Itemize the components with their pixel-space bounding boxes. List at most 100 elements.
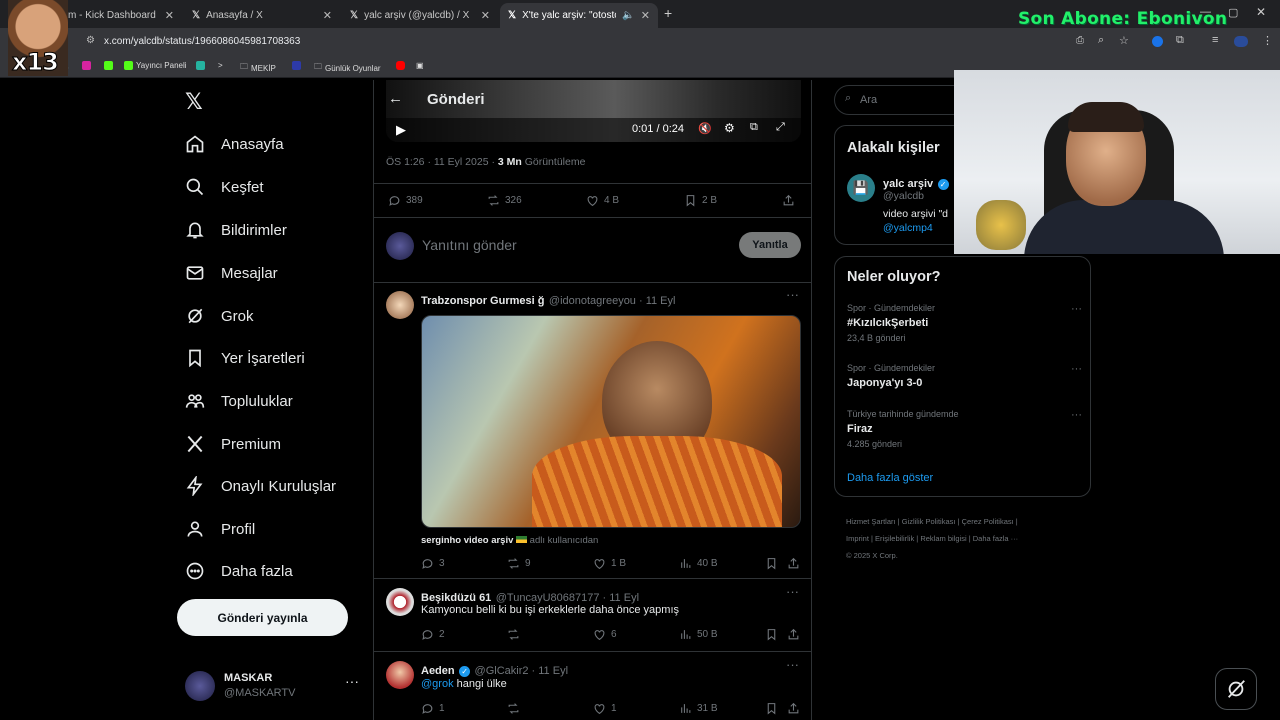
share-button[interactable] [787, 702, 800, 715]
play-icon[interactable]: ▶ [396, 122, 406, 138]
reply-tweet-3[interactable]: Aeden ✓ @GlCakir2 · 11 Eyl ··· @grok han… [374, 651, 811, 720]
footer-link[interactable]: Hizmet Şartları [846, 517, 896, 526]
reply-tweet-1[interactable]: Trabzonspor Gurmesi ğ @idonotagreeyou · … [374, 282, 811, 578]
new-tab-button[interactable]: + [664, 5, 672, 21]
views-button[interactable]: 50 B [679, 628, 765, 641]
bookmark-image-icon[interactable]: ▣ [416, 61, 424, 70]
fullscreen-icon[interactable]: ⤢ [776, 121, 785, 134]
sidebar-item-profil[interactable]: Profil [185, 519, 255, 539]
sidebar-item-yer-isaretleri[interactable]: Yer İşaretleri [185, 348, 305, 368]
footer-link[interactable]: Imprint [846, 534, 869, 543]
extensions-icon[interactable]: ⧉ [1176, 34, 1184, 47]
bookmark-app-icon[interactable] [196, 61, 205, 70]
share-button[interactable] [782, 194, 795, 207]
like-button[interactable]: 6 [593, 628, 679, 641]
more-icon[interactable]: ··· [786, 287, 799, 302]
tweet-video[interactable] [421, 315, 801, 528]
footer-link[interactable]: Çerez Politikası [962, 517, 1014, 526]
views-button[interactable]: 40 B [679, 557, 765, 570]
show-more-link[interactable]: Daha fazla göster [847, 472, 933, 484]
reply-tweet-2[interactable]: Beşikdüzü 61 @TuncayU80687177 · 11 Eyl ·… [374, 578, 811, 651]
grok-floating-button[interactable] [1215, 668, 1257, 710]
more-icon[interactable]: ··· [345, 673, 359, 689]
sidebar-item-daha-fazla[interactable]: Daha fazla [185, 561, 293, 581]
pip-icon[interactable]: ⧉ [750, 121, 758, 134]
bookmark-button[interactable]: 2 B [684, 194, 717, 207]
sidebar-item-mesajlar[interactable]: Mesajlar [185, 263, 278, 283]
mute-icon[interactable]: 🔇 [698, 122, 712, 135]
sidebar-item-anasayfa[interactable]: Anasayfa [185, 134, 284, 154]
sidebar-item-bildirimler[interactable]: Bildirimler [185, 220, 287, 240]
sidebar-item-kesfet[interactable]: Keşfet [185, 177, 264, 197]
tab-yalc-arsiv[interactable]: 𝕏 yalc arşiv (@yalcdb) / X ✕ [342, 3, 498, 28]
more-icon[interactable]: ··· [786, 584, 799, 599]
trend-item[interactable]: Spor · Gündemdekiler Japonya'yı 3-0 ··· [847, 363, 1082, 399]
mention-link[interactable]: @grok [421, 678, 454, 690]
share-button[interactable] [787, 557, 800, 570]
sidebar-item-premium[interactable]: Premium [185, 434, 281, 454]
x-logo-icon[interactable]: 𝕏 [185, 90, 203, 115]
sidebar-item-onayli-kuruluslar[interactable]: Onaylı Kuruluşlar [185, 476, 336, 496]
like-button[interactable]: 1 B [593, 557, 679, 570]
footer-link[interactable]: Gizlilik Politikası [902, 517, 956, 526]
sidebar-item-grok[interactable]: Grok [185, 306, 254, 326]
avatar[interactable]: 💾 [847, 174, 875, 202]
like-button[interactable]: 4 B [586, 194, 619, 207]
tab-anasayfa[interactable]: 𝕏 Anasayfa / X ✕ [184, 3, 340, 28]
zoom-icon[interactable]: ⌕ [1098, 34, 1104, 47]
window-close-icon[interactable]: ✕ [1256, 5, 1266, 19]
repost-button[interactable]: 326 [487, 194, 522, 207]
bookmark-arrow-icon[interactable]: > [218, 61, 223, 70]
related-bio-link[interactable]: @yalcmp4 [883, 222, 933, 234]
repost-button[interactable]: 9 [507, 557, 593, 570]
back-arrow-icon[interactable]: ← [388, 90, 403, 107]
trend-item[interactable]: Türkiye tarihinde gündemde Firaz 4.285 g… [847, 409, 1082, 455]
url-field[interactable]: x.com/yalcdb/status/1966086045981708363 [104, 36, 300, 47]
extension-shield-icon[interactable] [1152, 36, 1163, 47]
footer-link[interactable]: Daha fazla ··· [973, 534, 1018, 543]
reply-button[interactable]: 1 [421, 702, 507, 715]
post-button[interactable]: Gönderi yayınla [177, 599, 348, 636]
media-icon[interactable]: ≡ [1212, 34, 1218, 46]
footer-link[interactable]: Reklam bilgisi [920, 534, 966, 543]
repost-button[interactable] [507, 628, 593, 641]
close-icon[interactable]: ✕ [481, 9, 490, 22]
more-icon[interactable]: ··· [1071, 303, 1082, 315]
footer-link[interactable]: Erişilebilirlik [875, 534, 914, 543]
trend-item[interactable]: Spor · Gündemdekiler #KızılcıkŞerbeti 23… [847, 303, 1082, 349]
bookmark-youtube-icon[interactable] [396, 61, 405, 70]
close-icon[interactable]: ✕ [323, 9, 332, 22]
bookmark-button[interactable] [765, 557, 787, 570]
star-icon[interactable]: ☆ [1119, 34, 1129, 47]
sidebar-item-topluluklar[interactable]: Topluluklar [185, 391, 293, 411]
more-icon[interactable]: ··· [1071, 409, 1082, 421]
views-button[interactable]: 31 B [679, 702, 765, 715]
bookmark-instagram-icon[interactable] [82, 61, 91, 70]
menu-kebab-icon[interactable]: ⋮ [1262, 34, 1273, 47]
bookmark-square-icon[interactable] [292, 61, 301, 70]
bookmark-gunluk-oyunlar[interactable]: 🗀 Günlük Oyunlar [314, 61, 381, 75]
tab-kick-dashboard[interactable]: m - Kick Dashboard ✕ [60, 3, 182, 28]
bookmark-mekip[interactable]: 🗀 MEKİP [240, 61, 276, 75]
profile-avatar-icon[interactable] [1234, 36, 1248, 47]
close-icon[interactable]: ✕ [165, 9, 174, 22]
more-icon[interactable]: ··· [786, 657, 799, 672]
tab-current-post[interactable]: 𝕏 X'te yalc arşiv: "otostop çeki 🔈 ✕ [500, 3, 658, 28]
reply-submit-button[interactable]: Yanıtla [739, 232, 801, 258]
account-switcher[interactable]: MASKAR @MASKARTV ··· [185, 670, 365, 710]
more-icon[interactable]: ··· [1071, 363, 1082, 375]
window-maximize-icon[interactable]: ▢ [1228, 6, 1238, 19]
search-input[interactable]: Ara [860, 94, 877, 106]
settings-icon[interactable]: ⚙ [724, 121, 735, 135]
bookmark-button[interactable] [765, 628, 787, 641]
reply-button[interactable]: 389 [388, 194, 423, 207]
bookmark-kick-icon[interactable] [104, 61, 113, 70]
close-icon[interactable]: ✕ [641, 9, 650, 22]
install-icon[interactable]: ⎙ [1076, 35, 1084, 46]
share-button[interactable] [787, 628, 800, 641]
like-button[interactable]: 1 [593, 702, 679, 715]
reply-button[interactable]: 2 [421, 628, 507, 641]
reply-input[interactable]: Yanıtını gönder [422, 237, 517, 253]
reply-button[interactable]: 3 [421, 557, 507, 570]
bookmark-yayinci-paneli[interactable]: Yayıncı Paneli [124, 61, 187, 70]
